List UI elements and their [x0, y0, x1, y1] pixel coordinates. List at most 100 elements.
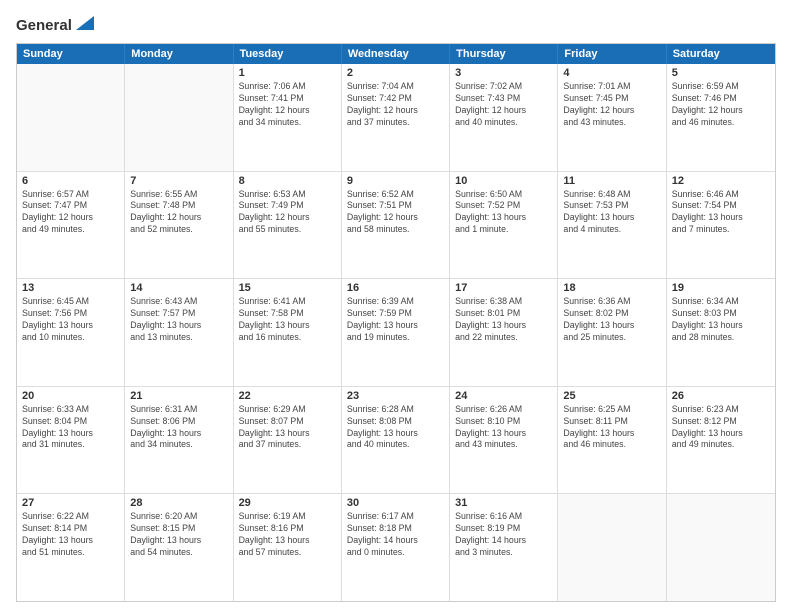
day-number: 4 — [563, 67, 660, 79]
day-info: Sunrise: 6:38 AM Sunset: 8:01 PM Dayligh… — [455, 296, 552, 344]
day-number: 13 — [22, 282, 119, 294]
day-number: 7 — [130, 175, 227, 187]
logo: General — [16, 16, 94, 35]
day-info: Sunrise: 6:43 AM Sunset: 7:57 PM Dayligh… — [130, 296, 227, 344]
cal-day-9: 9 Sunrise: 6:52 AM Sunset: 7:51 PM Daylig… — [342, 172, 450, 279]
day-info: Sunrise: 6:57 AM Sunset: 7:47 PM Dayligh… — [22, 189, 119, 237]
day-info: Sunrise: 6:36 AM Sunset: 8:02 PM Dayligh… — [563, 296, 660, 344]
cal-empty — [17, 64, 125, 171]
cal-day-12: 12 Sunrise: 6:46 AM Sunset: 7:54 PM Dayli… — [667, 172, 775, 279]
day-number: 12 — [672, 175, 770, 187]
day-info: Sunrise: 6:23 AM Sunset: 8:12 PM Dayligh… — [672, 404, 770, 452]
day-info: Sunrise: 7:01 AM Sunset: 7:45 PM Dayligh… — [563, 81, 660, 129]
day-info: Sunrise: 6:45 AM Sunset: 7:56 PM Dayligh… — [22, 296, 119, 344]
day-number: 27 — [22, 497, 119, 509]
cal-row-2: 13 Sunrise: 6:45 AM Sunset: 7:56 PM Dayli… — [17, 279, 775, 387]
cal-day-6: 6 Sunrise: 6:57 AM Sunset: 7:47 PM Daylig… — [17, 172, 125, 279]
day-number: 8 — [239, 175, 336, 187]
day-number: 28 — [130, 497, 227, 509]
weekday-header-saturday: Saturday — [667, 44, 775, 64]
day-info: Sunrise: 6:50 AM Sunset: 7:52 PM Dayligh… — [455, 189, 552, 237]
day-number: 19 — [672, 282, 770, 294]
day-info: Sunrise: 6:33 AM Sunset: 8:04 PM Dayligh… — [22, 404, 119, 452]
day-info: Sunrise: 7:02 AM Sunset: 7:43 PM Dayligh… — [455, 81, 552, 129]
cal-day-15: 15 Sunrise: 6:41 AM Sunset: 7:58 PM Dayli… — [234, 279, 342, 386]
day-number: 17 — [455, 282, 552, 294]
day-number: 14 — [130, 282, 227, 294]
day-info: Sunrise: 6:53 AM Sunset: 7:49 PM Dayligh… — [239, 189, 336, 237]
day-info: Sunrise: 6:52 AM Sunset: 7:51 PM Dayligh… — [347, 189, 444, 237]
cal-day-30: 30 Sunrise: 6:17 AM Sunset: 8:18 PM Dayli… — [342, 494, 450, 601]
calendar-header: SundayMondayTuesdayWednesdayThursdayFrid… — [17, 44, 775, 64]
day-info: Sunrise: 6:46 AM Sunset: 7:54 PM Dayligh… — [672, 189, 770, 237]
day-info: Sunrise: 6:55 AM Sunset: 7:48 PM Dayligh… — [130, 189, 227, 237]
calendar-body: 1Sunrise: 7:06 AM Sunset: 7:41 PM Daylig… — [17, 64, 775, 601]
cal-day-7: 7 Sunrise: 6:55 AM Sunset: 7:48 PM Daylig… — [125, 172, 233, 279]
cal-day-24: 24Sunrise: 6:26 AM Sunset: 8:10 PM Dayli… — [450, 387, 558, 494]
day-number: 29 — [239, 497, 336, 509]
day-number: 9 — [347, 175, 444, 187]
cal-empty — [125, 64, 233, 171]
cal-row-1: 6 Sunrise: 6:57 AM Sunset: 7:47 PM Daylig… — [17, 172, 775, 280]
day-info: Sunrise: 6:48 AM Sunset: 7:53 PM Dayligh… — [563, 189, 660, 237]
cal-day-29: 29 Sunrise: 6:19 AM Sunset: 8:16 PM Dayli… — [234, 494, 342, 601]
weekday-header-tuesday: Tuesday — [234, 44, 342, 64]
day-number: 1 — [239, 67, 336, 79]
day-number: 3 — [455, 67, 552, 79]
cal-day-11: 11 Sunrise: 6:48 AM Sunset: 7:53 PM Dayli… — [558, 172, 666, 279]
day-info: Sunrise: 6:28 AM Sunset: 8:08 PM Dayligh… — [347, 404, 444, 452]
cal-day-21: 21Sunrise: 6:31 AM Sunset: 8:06 PM Dayli… — [125, 387, 233, 494]
day-number: 16 — [347, 282, 444, 294]
day-number: 11 — [563, 175, 660, 187]
cal-day-18: 18 Sunrise: 6:36 AM Sunset: 8:02 PM Dayli… — [558, 279, 666, 386]
cal-empty — [667, 494, 775, 601]
cal-day-25: 25Sunrise: 6:25 AM Sunset: 8:11 PM Dayli… — [558, 387, 666, 494]
cal-empty — [558, 494, 666, 601]
day-number: 10 — [455, 175, 552, 187]
day-number: 30 — [347, 497, 444, 509]
day-number: 24 — [455, 390, 552, 402]
cal-row-0: 1Sunrise: 7:06 AM Sunset: 7:41 PM Daylig… — [17, 64, 775, 172]
day-info: Sunrise: 6:22 AM Sunset: 8:14 PM Dayligh… — [22, 511, 119, 559]
calendar: SundayMondayTuesdayWednesdayThursdayFrid… — [16, 43, 776, 602]
cal-day-10: 10 Sunrise: 6:50 AM Sunset: 7:52 PM Dayli… — [450, 172, 558, 279]
day-number: 31 — [455, 497, 552, 509]
cal-day-28: 28 Sunrise: 6:20 AM Sunset: 8:15 PM Dayli… — [125, 494, 233, 601]
day-info: Sunrise: 6:41 AM Sunset: 7:58 PM Dayligh… — [239, 296, 336, 344]
cal-day-17: 17 Sunrise: 6:38 AM Sunset: 8:01 PM Dayli… — [450, 279, 558, 386]
weekday-header-wednesday: Wednesday — [342, 44, 450, 64]
cal-row-3: 20Sunrise: 6:33 AM Sunset: 8:04 PM Dayli… — [17, 387, 775, 495]
day-number: 23 — [347, 390, 444, 402]
cal-day-14: 14 Sunrise: 6:43 AM Sunset: 7:57 PM Dayli… — [125, 279, 233, 386]
weekday-header-sunday: Sunday — [17, 44, 125, 64]
day-number: 18 — [563, 282, 660, 294]
cal-day-31: 31 Sunrise: 6:16 AM Sunset: 8:19 PM Dayli… — [450, 494, 558, 601]
day-info: Sunrise: 6:19 AM Sunset: 8:16 PM Dayligh… — [239, 511, 336, 559]
day-number: 15 — [239, 282, 336, 294]
logo-general-text: General — [16, 17, 72, 34]
cal-day-5: 5Sunrise: 6:59 AM Sunset: 7:46 PM Daylig… — [667, 64, 775, 171]
day-number: 26 — [672, 390, 770, 402]
cal-day-27: 27 Sunrise: 6:22 AM Sunset: 8:14 PM Dayli… — [17, 494, 125, 601]
weekday-header-monday: Monday — [125, 44, 233, 64]
cal-day-20: 20Sunrise: 6:33 AM Sunset: 8:04 PM Dayli… — [17, 387, 125, 494]
day-number: 22 — [239, 390, 336, 402]
page: General SundayMondayTuesdayWednesdayThur… — [0, 0, 792, 612]
day-info: Sunrise: 6:34 AM Sunset: 8:03 PM Dayligh… — [672, 296, 770, 344]
day-info: Sunrise: 6:20 AM Sunset: 8:15 PM Dayligh… — [130, 511, 227, 559]
cal-day-8: 8 Sunrise: 6:53 AM Sunset: 7:49 PM Daylig… — [234, 172, 342, 279]
day-info: Sunrise: 6:17 AM Sunset: 8:18 PM Dayligh… — [347, 511, 444, 559]
cal-day-22: 22Sunrise: 6:29 AM Sunset: 8:07 PM Dayli… — [234, 387, 342, 494]
cal-day-23: 23 Sunrise: 6:28 AM Sunset: 8:08 PM Dayli… — [342, 387, 450, 494]
day-info: Sunrise: 6:59 AM Sunset: 7:46 PM Dayligh… — [672, 81, 770, 129]
cal-day-1: 1Sunrise: 7:06 AM Sunset: 7:41 PM Daylig… — [234, 64, 342, 171]
day-number: 6 — [22, 175, 119, 187]
cal-row-4: 27 Sunrise: 6:22 AM Sunset: 8:14 PM Dayli… — [17, 494, 775, 601]
cal-day-13: 13 Sunrise: 6:45 AM Sunset: 7:56 PM Dayli… — [17, 279, 125, 386]
day-info: Sunrise: 7:04 AM Sunset: 7:42 PM Dayligh… — [347, 81, 444, 129]
day-number: 2 — [347, 67, 444, 79]
day-info: Sunrise: 6:39 AM Sunset: 7:59 PM Dayligh… — [347, 296, 444, 344]
day-info: Sunrise: 6:16 AM Sunset: 8:19 PM Dayligh… — [455, 511, 552, 559]
cal-day-3: 3 Sunrise: 7:02 AM Sunset: 7:43 PM Daylig… — [450, 64, 558, 171]
day-info: Sunrise: 6:31 AM Sunset: 8:06 PM Dayligh… — [130, 404, 227, 452]
